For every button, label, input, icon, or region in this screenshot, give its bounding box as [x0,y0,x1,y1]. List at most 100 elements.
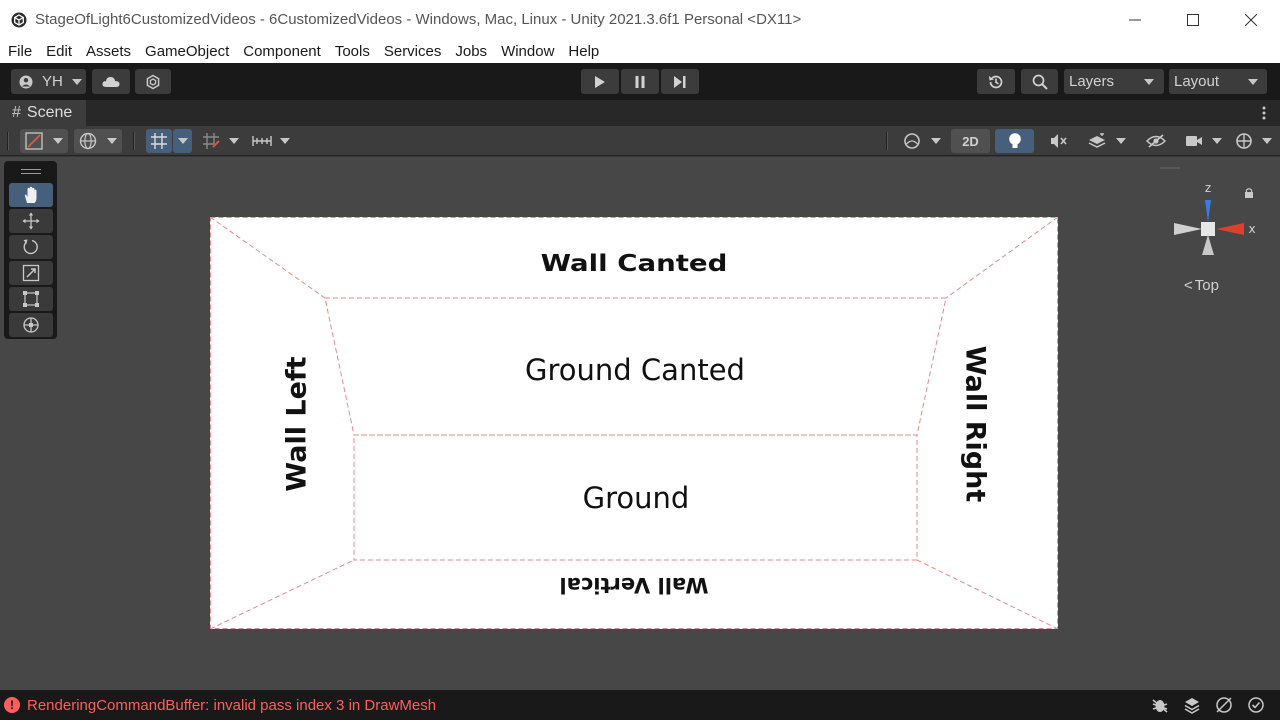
error-icon: ! [4,697,20,713]
rotate-tool-icon [23,239,38,255]
transform-tool-icon [23,317,39,333]
hand-tool-icon [24,186,37,203]
step-icon [674,75,686,88]
window-controls [1106,0,1280,39]
move-tool-button[interactable] [9,209,53,233]
console-status-message[interactable]: RenderingCommandBuffer: invalid pass ind… [27,697,436,714]
ruler-icon [252,136,272,146]
gizmos-dropdown[interactable] [1230,129,1276,153]
lock-icon[interactable] [1245,188,1253,198]
menu-help[interactable]: Help [568,43,599,60]
tab-scene-label: Scene [26,104,73,121]
network-off-icon [1216,697,1232,713]
rect-tool-button[interactable] [9,287,53,311]
chevron-down-icon [1211,138,1222,144]
layers-label: Layers [1069,73,1115,90]
toolbar-separator [886,132,888,150]
account-dropdown[interactable]: YH [11,69,86,94]
hand-tool-button[interactable] [9,183,53,207]
draw-mode-dropdown[interactable] [20,129,68,153]
globe-icon [79,132,97,150]
search-button[interactable] [1021,69,1058,94]
pause-button[interactable] [621,69,659,94]
menu-bar: File Edit Assets GameObject Component To… [0,39,1280,63]
scene-hash-icon: # [12,104,21,121]
toggle-2d-button[interactable]: 2D [951,129,990,153]
view-orientation-label[interactable]: < Top [1184,277,1219,294]
chevron-down-icon [931,138,941,144]
layers-dropdown[interactable]: Layers [1064,69,1164,94]
kebab-menu-icon[interactable] [1262,106,1266,120]
audio-toggle[interactable] [1039,129,1078,153]
menu-assets[interactable]: Assets [86,43,131,60]
scene-toolbar: 2D [0,126,1280,156]
tab-scene[interactable]: # Scene [0,100,86,126]
increment-snap-icon [203,133,220,149]
collab-button[interactable] [135,69,171,94]
ruler-dropdown[interactable] [248,129,294,153]
collab-icon [146,74,160,89]
increment-snapping-toggle[interactable] [198,129,224,153]
rect-tool-icon [23,291,39,307]
unity-editor-window: StageOfLight6CustomizedVideos - 6Customi… [0,0,1280,720]
status-icons [1144,695,1272,715]
label-wall-left: Wall Left [281,356,313,492]
menu-window[interactable]: Window [501,43,554,60]
menu-component[interactable]: Component [243,43,321,60]
stage-top-view[interactable]: Wall Canted Ground Canted Ground Wall Le… [210,217,1058,629]
scale-tool-button[interactable] [9,261,53,285]
gizmo-axis-z: z [1205,181,1211,195]
check-circle-icon [1248,697,1264,713]
scene-visibility-toggle[interactable] [1136,129,1175,153]
title-bar: StageOfLight6CustomizedVideos - 6Customi… [0,0,1280,39]
menu-edit[interactable]: Edit [46,43,72,60]
view-options-dropdown[interactable] [74,129,122,153]
close-button[interactable] [1222,0,1280,39]
step-button[interactable] [661,69,699,94]
menu-services[interactable]: Services [384,43,442,60]
account-icon [19,75,33,88]
transform-tools-overlay [4,161,57,339]
play-button[interactable] [581,69,619,94]
chevron-down-icon [71,78,82,85]
overlay-drag-handle[interactable] [21,169,41,174]
stage-wireframe [210,217,1058,629]
effects-dropdown[interactable] [1083,129,1131,153]
transform-tool-button[interactable] [9,313,53,337]
camera-settings-dropdown[interactable] [1180,129,1226,153]
menu-file[interactable]: File [8,43,32,60]
shading-mode-dropdown[interactable] [898,129,946,153]
label-ground: Ground [582,481,690,515]
layout-dropdown[interactable]: Layout [1169,69,1267,94]
stack-icon [1184,698,1200,714]
debug-mode-button[interactable] [1144,695,1176,715]
label-ground-canted: Ground Canted [525,353,745,387]
grid-snapping-dropdown[interactable] [173,129,192,153]
chevron-down-icon [1248,78,1258,85]
orientation-gizmo[interactable]: z x [1160,167,1270,287]
minimize-button[interactable] [1106,0,1164,39]
close-icon [1245,13,1257,26]
label-wall-right: Wall Right [959,345,991,503]
grid-snap-icon [151,133,167,149]
progress-layers-button[interactable] [1176,695,1208,715]
menu-tools[interactable]: Tools [335,43,370,60]
undo-history-button[interactable] [977,69,1015,94]
increment-snapping-dropdown[interactable] [225,129,242,153]
cloud-button[interactable] [92,69,130,94]
grid-snapping-toggle[interactable] [146,129,172,153]
rotate-tool-button[interactable] [9,235,53,259]
menu-gameobject[interactable]: GameObject [145,43,229,60]
network-button[interactable] [1208,695,1240,715]
effects-layers-icon [1088,133,1106,148]
pause-icon [635,75,645,88]
ok-status-button[interactable] [1240,695,1272,715]
scene-viewport[interactable]: Wall Canted Ground Canted Ground Wall Le… [0,157,1280,690]
toggle-2d-label: 2D [962,133,979,149]
window-title: StageOfLight6CustomizedVideos - 6Customi… [35,11,802,28]
menu-jobs[interactable]: Jobs [455,43,487,60]
lighting-toggle[interactable] [995,129,1034,153]
chevron-down-icon [107,138,117,144]
maximize-button[interactable] [1164,0,1222,39]
camera-icon [1185,136,1202,146]
